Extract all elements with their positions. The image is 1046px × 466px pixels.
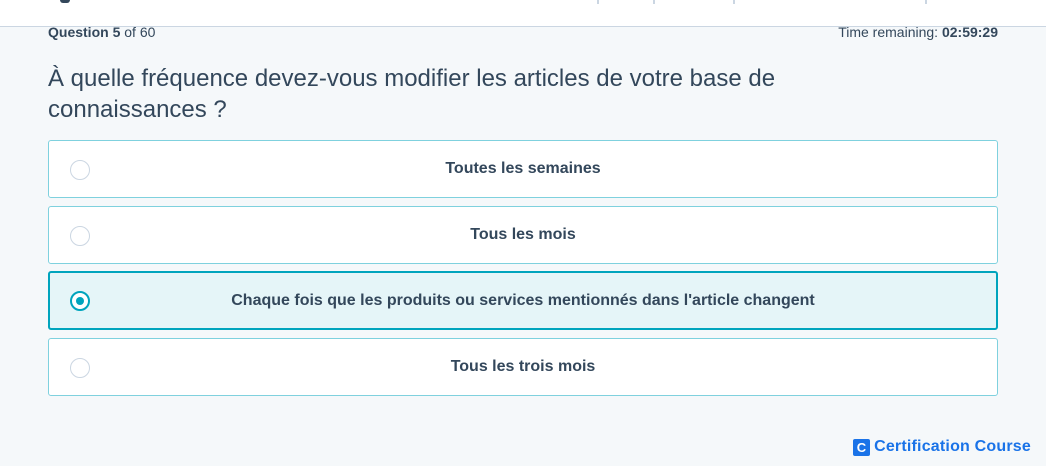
question-counter: Question 5 of 60 xyxy=(48,24,155,40)
nav-indicator xyxy=(60,0,70,3)
question-current-number: 5 xyxy=(112,24,121,40)
nav-divider xyxy=(925,0,927,4)
answer-option-label: Chaque fois que les produits ou services… xyxy=(231,291,815,309)
nav-divider xyxy=(597,0,599,4)
answer-option-label: Tous les trois mois xyxy=(450,358,596,375)
brand-name: Certification Course xyxy=(874,438,1031,455)
answer-option-2[interactable]: Tous les mois xyxy=(48,206,998,264)
time-remaining-value: 02:59:29 xyxy=(941,24,998,40)
time-remaining: Time remaining: 02:59:29 xyxy=(838,24,998,40)
time-remaining-label: Time remaining: xyxy=(838,24,939,40)
brand-watermark: C Certification Course xyxy=(853,437,1031,457)
nav-divider xyxy=(733,0,735,4)
answer-option-1[interactable]: Toutes les semaines xyxy=(48,140,998,198)
answer-option-label: Toutes les semaines xyxy=(445,160,601,177)
exam-meta-row: Question 5 of 60 Time remaining: 02:59:2… xyxy=(48,24,998,42)
answer-option-4[interactable]: Tous les trois mois xyxy=(48,338,998,396)
brand-logo-icon: C xyxy=(853,438,871,456)
nav-divider xyxy=(653,0,655,4)
answer-option-3[interactable]: Chaque fois que les produits ou services… xyxy=(48,271,998,330)
top-navigation-bar xyxy=(0,0,1046,27)
question-of-label: of xyxy=(124,24,136,40)
question-counter-label: Question xyxy=(48,24,109,40)
question-text: À quelle fréquence devez-vous modifier l… xyxy=(48,65,776,123)
answer-option-label: Tous les mois xyxy=(470,226,576,243)
question-total-number: 60 xyxy=(139,24,156,40)
